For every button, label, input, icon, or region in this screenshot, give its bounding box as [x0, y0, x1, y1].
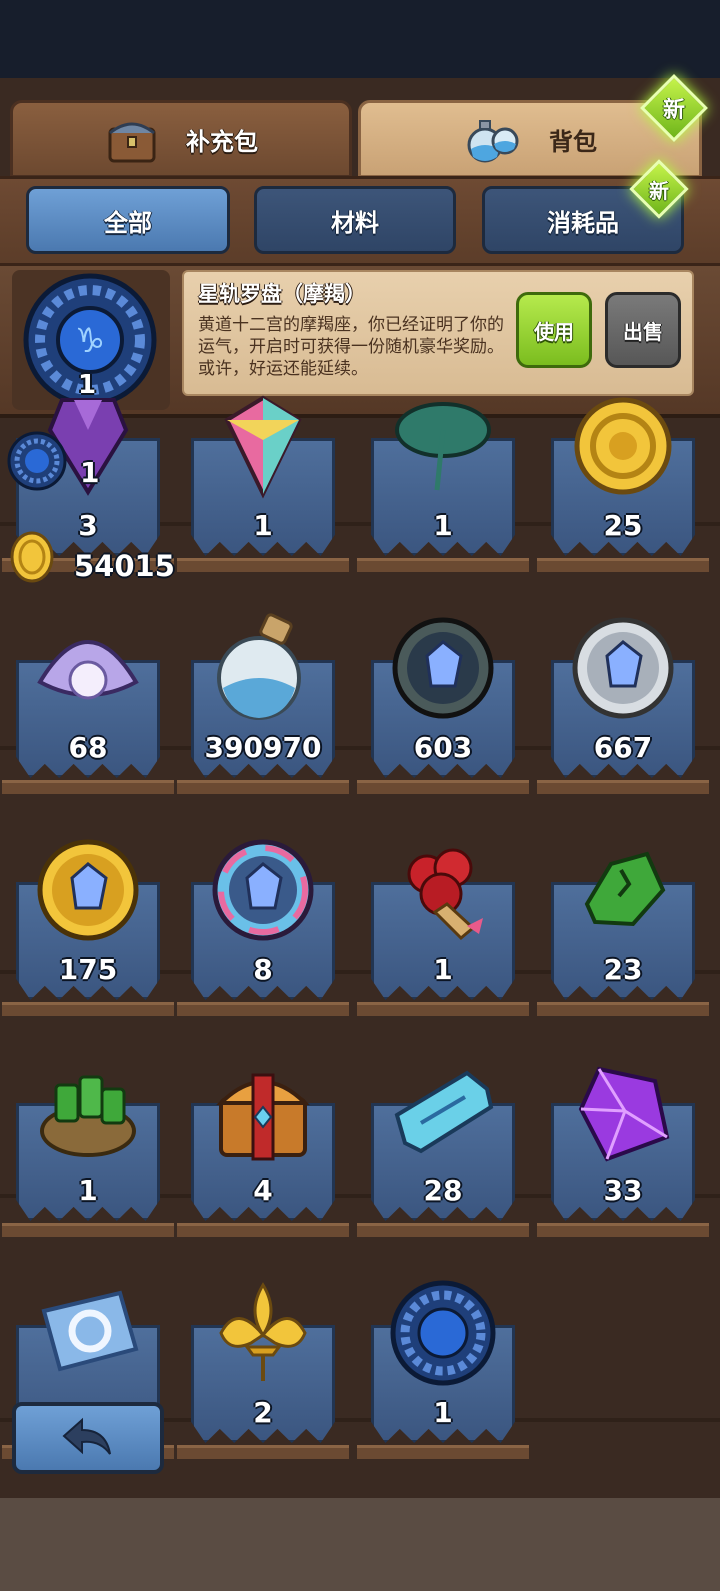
inventory-slot[interactable]: 23 [537, 816, 709, 1016]
item-count: 2 [253, 1396, 273, 1429]
purple-prism-icon [578, 1066, 670, 1162]
dark-crystal-orb-icon [392, 617, 494, 719]
back-button[interactable] [12, 1402, 164, 1474]
bottom-floor [0, 1492, 720, 1591]
shelf-plank [357, 1223, 529, 1237]
item-count: 603 [413, 731, 473, 764]
inventory-slot[interactable]: 2 [177, 1259, 349, 1459]
inventory-slot[interactable]: 1 [177, 372, 349, 572]
inventory-slot[interactable]: 603 [357, 594, 529, 794]
sand-bottle-icon [217, 613, 301, 720]
shelf-plank [357, 1002, 529, 1016]
shelf-plank [357, 558, 529, 572]
tab-supply-label: 补充包 [186, 127, 258, 156]
gold-crystal-orb-icon [37, 839, 139, 941]
shelf-plank [537, 1223, 709, 1237]
back-arrow-icon [62, 1417, 111, 1455]
inventory-slot[interactable]: 68 [2, 594, 174, 794]
compass-hud-icon [7, 431, 67, 491]
item-count: 390970 [204, 731, 322, 764]
shelf-plank [177, 1445, 349, 1459]
shelf-plank [177, 780, 349, 794]
green-ore-icon [584, 851, 666, 927]
subtab-materials[interactable]: 材料 [254, 186, 456, 254]
golden-fleur-icon [219, 1282, 307, 1381]
use-button[interactable]: 使用 [516, 292, 592, 368]
star-compass-icon [390, 1280, 496, 1386]
chest-icon [108, 122, 156, 163]
tab-bag-label: 背包 [549, 127, 597, 156]
inventory-slot[interactable]: 8 [177, 816, 349, 1016]
item-count: 667 [593, 731, 653, 764]
inventory-slot[interactable]: 4 [177, 1037, 349, 1237]
item-count: 28 [423, 1174, 463, 1207]
refresh-ticket-icon [41, 1290, 139, 1372]
compass-hud-count: 1 [80, 456, 100, 489]
sell-button[interactable]: 出售 [605, 292, 681, 368]
inventory-slot[interactable]: 28 [357, 1037, 529, 1237]
tab-supply[interactable]: 补充包 [10, 100, 352, 178]
item-count: 1 [78, 1174, 98, 1207]
rose-bouquet-icon [407, 848, 483, 941]
inventory-slot[interactable]: 667 [537, 594, 709, 794]
svg-text:♑: ♑ [75, 321, 105, 361]
money-bag-icon [40, 1075, 136, 1157]
shelf-plank [2, 1223, 174, 1237]
item-count: 33 [603, 1174, 643, 1207]
shelf-plank [357, 1445, 529, 1459]
status-bar [0, 0, 720, 78]
subtab-all[interactable]: 全部 [26, 186, 230, 254]
shelf-plank [537, 558, 709, 572]
item-count: 8 [253, 953, 273, 986]
inventory-slot[interactable]: 25 [537, 372, 709, 572]
coin-icon [10, 531, 54, 583]
shelf-plank [357, 780, 529, 794]
inventory-slot[interactable]: 1 [357, 372, 529, 572]
shelf-plank [537, 780, 709, 794]
ticket-icon [394, 1070, 494, 1154]
item-count: 68 [68, 731, 108, 764]
shelf-plank [2, 1002, 174, 1016]
item-count: 1 [433, 1396, 453, 1429]
shelf-plank [177, 1223, 349, 1237]
rainbow-gem-icon [224, 395, 302, 499]
silver-crystal-orb-icon [572, 617, 674, 719]
item-count: 1 [253, 509, 273, 542]
inventory-slot[interactable]: 175 [2, 816, 174, 1016]
inventory-slot[interactable]: 390970 [177, 594, 349, 794]
item-count: 1 [433, 509, 453, 542]
inventory-slot[interactable]: 1 [2, 1037, 174, 1237]
lotus-leaf-icon [395, 402, 491, 491]
inventory-slot[interactable]: 33 [537, 1037, 709, 1237]
potion-bottles-icon [467, 120, 519, 163]
treasure-chest-icon [216, 1073, 310, 1161]
item-count: 23 [603, 953, 643, 986]
pearl-shell-icon [37, 640, 139, 700]
shelf-plank [2, 780, 174, 794]
gold-coin-icon [574, 397, 672, 495]
item-count: 25 [603, 509, 643, 542]
shelf-plank [537, 1002, 709, 1016]
shelf-plank [177, 558, 349, 572]
inventory-slot[interactable]: 1 [357, 1259, 529, 1459]
shelf-plank [177, 1002, 349, 1016]
item-count: 175 [58, 953, 118, 986]
inventory-slot[interactable]: 1 [357, 816, 529, 1016]
rainbow-crystal-orb-icon [212, 839, 314, 941]
detail-title: 星轨罗盘（摩羯） [198, 282, 366, 306]
coin-balance: 54015 [74, 549, 175, 583]
item-count: 4 [253, 1174, 273, 1207]
item-count: 1 [433, 953, 453, 986]
